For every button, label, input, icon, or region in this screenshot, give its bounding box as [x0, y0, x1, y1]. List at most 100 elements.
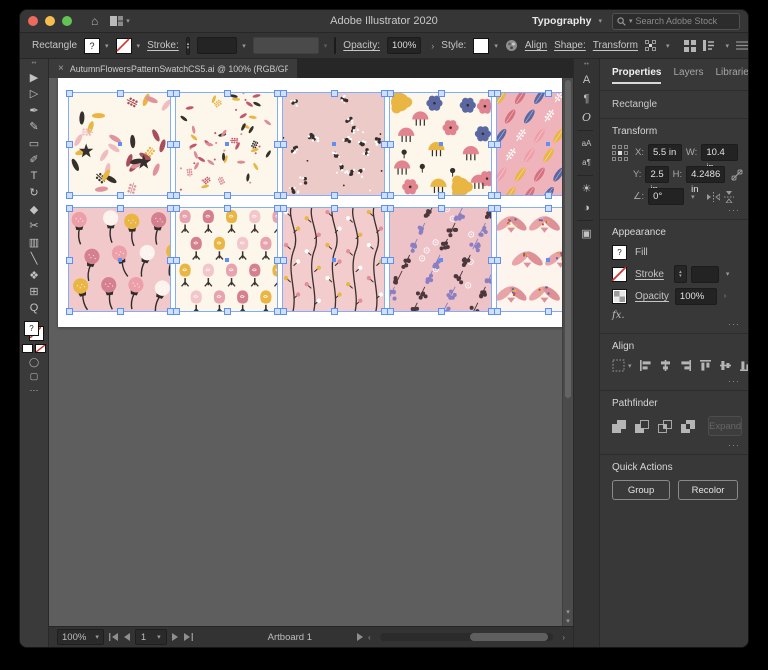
stroke-weight-stepper[interactable]: ▴▾	[674, 265, 687, 283]
chevron-right-icon[interactable]: ›	[431, 41, 434, 51]
selection-handle[interactable]	[173, 90, 180, 97]
workspace-switcher[interactable]: Typography	[532, 15, 591, 27]
selection-handle[interactable]	[173, 308, 180, 315]
selection-handle[interactable]	[173, 141, 180, 148]
align-more-options[interactable]: ···	[728, 376, 740, 386]
selection-handle[interactable]	[494, 257, 501, 264]
selection-handle[interactable]	[545, 192, 552, 199]
fill-swatch[interactable]: ?	[612, 245, 627, 260]
status-flyout-icon[interactable]	[357, 633, 363, 641]
align-top-icon[interactable]	[699, 359, 712, 372]
fill-swatch[interactable]: ?	[84, 38, 100, 54]
selection-handle[interactable]	[66, 308, 73, 315]
graphic-styles-panel-icon[interactable]: ◑	[577, 198, 597, 217]
selection-handle[interactable]	[173, 257, 180, 264]
canvas-viewport[interactable]: ▾ ▾	[49, 78, 573, 626]
paintbrush-tool-icon[interactable]: ✐	[23, 152, 45, 169]
selection-handle[interactable]	[331, 205, 338, 212]
horizontal-scrollbar[interactable]	[380, 633, 554, 641]
selection-handle[interactable]	[173, 205, 180, 212]
selection-handle[interactable]	[387, 257, 394, 264]
unite-icon[interactable]	[612, 420, 627, 433]
pattern-swatch-diagonal-leaves[interactable]	[496, 92, 564, 196]
rail-grip[interactable]: ••	[584, 63, 589, 67]
selection-handle[interactable]	[545, 205, 552, 212]
selection-handle[interactable]	[331, 308, 338, 315]
layers-panel-icon[interactable]: ▣	[577, 224, 597, 243]
opacity-field[interactable]: 100%	[387, 37, 421, 54]
selection-handle[interactable]	[494, 141, 501, 148]
selection-handle[interactable]	[494, 192, 501, 199]
blend-tool-icon[interactable]: ❖	[23, 267, 45, 284]
selection-handle[interactable]	[66, 141, 73, 148]
selection-handle[interactable]	[438, 90, 445, 97]
selection-handle[interactable]	[280, 205, 287, 212]
close-window-button[interactable]	[28, 16, 38, 26]
minimize-window-button[interactable]	[45, 16, 55, 26]
artboard-canvas[interactable]	[58, 78, 564, 327]
align-left-icon[interactable]	[639, 359, 652, 372]
selection-handle[interactable]	[66, 257, 73, 264]
vertical-scrollbar-thumb[interactable]	[565, 80, 571, 398]
transform-label[interactable]: Transform	[593, 40, 638, 51]
selection-handle[interactable]	[173, 192, 180, 199]
none-mode-swatch[interactable]	[35, 344, 46, 353]
opacity-link[interactable]: Opacity	[635, 291, 669, 302]
next-artboard-icon[interactable]	[172, 633, 179, 641]
pattern-swatch-round-buds[interactable]	[68, 207, 171, 312]
pattern-swatch-ditsy-floral[interactable]	[282, 92, 385, 196]
align-center-icon[interactable]	[659, 359, 672, 372]
menu-icon[interactable]	[736, 41, 748, 50]
zoom-window-button[interactable]	[62, 16, 72, 26]
selection-handle[interactable]	[494, 205, 501, 212]
appearance-panel-icon[interactable]: ☀	[577, 179, 597, 198]
fill-proxy-swatch[interactable]: ?	[24, 321, 39, 336]
recolor-button[interactable]: Recolor	[678, 480, 738, 500]
vertical-scrollbar[interactable]: ▾ ▾	[562, 78, 573, 626]
stroke-color-dropdown[interactable]: ▾	[116, 38, 141, 54]
close-tab-icon[interactable]: ×	[58, 63, 64, 74]
selection-handle[interactable]	[224, 192, 231, 199]
selection-handle[interactable]	[387, 141, 394, 148]
tab-properties[interactable]: Properties	[612, 67, 661, 84]
paragraph-styles-panel-icon[interactable]: a¶	[577, 153, 597, 172]
type-tool-icon[interactable]: T	[23, 168, 45, 185]
selection-handle[interactable]	[280, 90, 287, 97]
exclude-icon[interactable]	[681, 420, 696, 433]
selection-handle[interactable]	[387, 308, 394, 315]
screen-mode-icon[interactable]: ▢	[30, 371, 39, 381]
selection-handle[interactable]	[280, 192, 287, 199]
selection-handle[interactable]	[117, 308, 124, 315]
draw-mode-icon[interactable]: ◯	[29, 357, 39, 367]
reference-point-icon[interactable]	[645, 40, 656, 51]
panel-arrangement-icon[interactable]	[703, 40, 716, 51]
pattern-swatch-autumn-leaves[interactable]	[68, 92, 171, 196]
tab-libraries[interactable]: Libraries	[715, 67, 748, 84]
h-field[interactable]: 4.2486 in	[686, 166, 725, 183]
pattern-swatch-bold-blooms[interactable]	[389, 92, 492, 196]
stroke-weight-stepper[interactable]: ▴▾	[186, 37, 191, 55]
group-button[interactable]: Group	[612, 480, 670, 500]
pattern-swatch-scattered-leaves[interactable]	[175, 92, 278, 196]
selection-handle[interactable]	[331, 192, 338, 199]
pattern-swatch-balloon-tulips[interactable]	[175, 207, 278, 312]
shape-label[interactable]: Shape:	[554, 40, 586, 51]
selection-handle[interactable]	[224, 90, 231, 97]
x-field[interactable]: 5.5 in	[648, 144, 682, 161]
appearance-more-options[interactable]: ···	[728, 319, 740, 329]
effects-button[interactable]: fx.	[612, 310, 625, 321]
chevron-down-icon[interactable]: ▾	[691, 193, 695, 201]
reference-point-selector[interactable]	[612, 145, 628, 161]
toolbar-grip[interactable]: ••	[32, 62, 37, 66]
stroke-weight-field[interactable]	[691, 266, 719, 283]
selection-handle[interactable]	[545, 308, 552, 315]
align-middle-icon[interactable]	[719, 359, 732, 372]
flip-horizontal-icon[interactable]	[707, 192, 720, 202]
curvature-tool-icon[interactable]: ✎	[23, 119, 45, 136]
selection-handle[interactable]	[387, 90, 394, 97]
opacity-label[interactable]: Opacity:	[343, 40, 380, 51]
selection-handle[interactable]	[66, 90, 73, 97]
pen-tool-icon[interactable]: ✒	[23, 102, 45, 119]
selection-handle[interactable]	[331, 90, 338, 97]
brush-definition-dropdown[interactable]: Basic ▾	[334, 37, 336, 54]
